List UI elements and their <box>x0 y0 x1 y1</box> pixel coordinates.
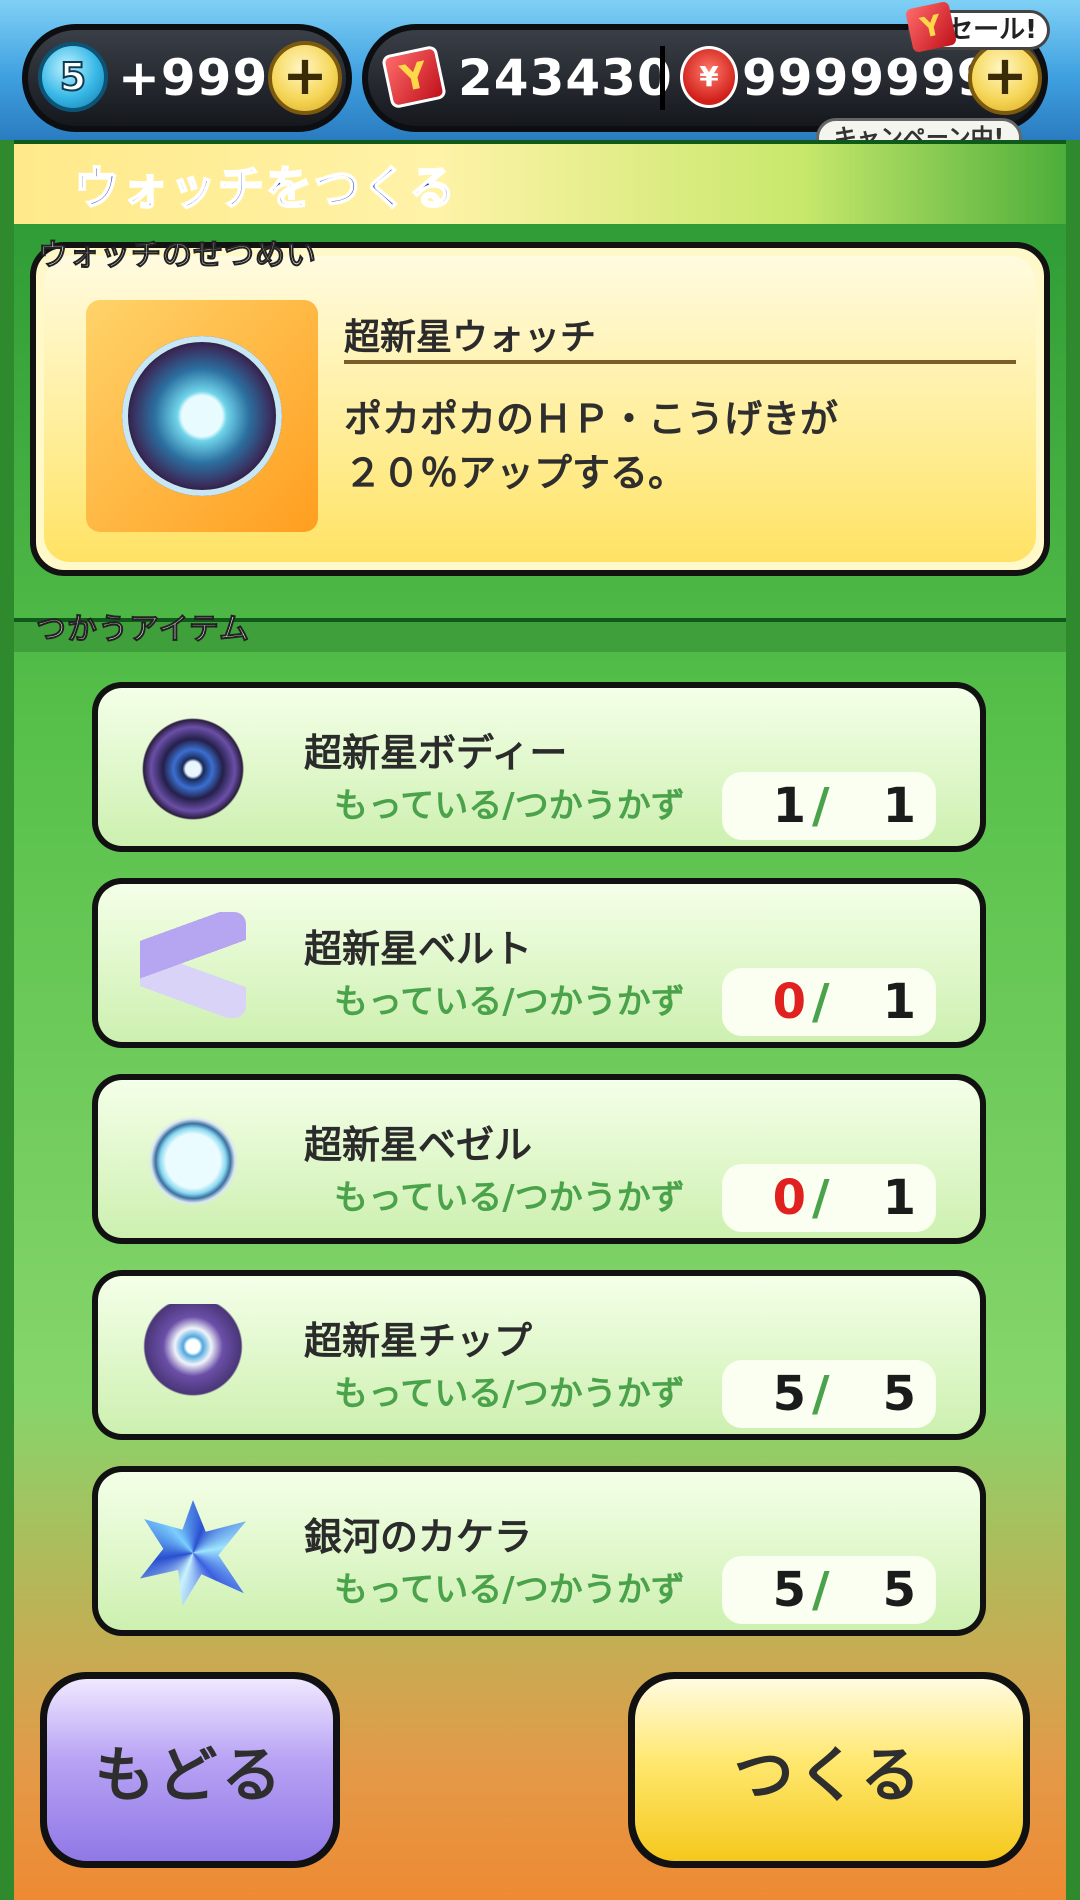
list-item[interactable]: 超新星チップ もっている/つかうかず 5 / 5 <box>92 1270 986 1440</box>
spirit-currency-pill: 5 +999 + <box>22 24 352 132</box>
list-item[interactable]: 超新星ボディー もっている/つかうかず 1 / 1 <box>92 682 986 852</box>
back-button[interactable]: もどる <box>40 1672 340 1868</box>
item-panel: 超新星ベルト もっている/つかうかず 0 / 1 <box>98 884 980 1042</box>
watch-name: 超新星ウォッチ <box>344 317 597 358</box>
have-count: 5 <box>772 1562 806 1618</box>
spirit-count: 5 <box>59 54 87 100</box>
count-slash: / <box>812 974 830 1030</box>
supernova-chip-icon <box>140 1304 246 1410</box>
items-section-label: つかうアイテム <box>36 612 250 648</box>
list-item[interactable]: 超新星ベゼル もっている/つかうかず 0 / 1 <box>92 1074 986 1244</box>
have-count: 0 <box>772 974 806 1030</box>
description-divider <box>344 360 1016 364</box>
have-need-label: もっている/つかうかず <box>334 1374 685 1414</box>
supernova-body-icon <box>140 716 246 822</box>
make-button-label: つくる <box>635 1679 1023 1861</box>
have-need-label: もっている/つかうかず <box>334 786 685 826</box>
add-coins-button[interactable]: + <box>968 41 1042 115</box>
make-button[interactable]: つくる <box>628 1672 1030 1868</box>
item-name: 超新星ベルト <box>304 927 533 971</box>
y-sale-logo-icon: Y <box>904 0 958 54</box>
item-panel: 超新星チップ もっている/つかうかず 5 / 5 <box>98 1276 980 1434</box>
item-name: 銀河のカケラ <box>304 1515 533 1559</box>
list-item[interactable]: 超新星ベルト もっている/つかうかず 0 / 1 <box>92 878 986 1048</box>
item-panel: 銀河のカケラ もっている/つかうかず 5 / 5 <box>98 1472 980 1630</box>
need-count: 5 <box>882 1366 916 1422</box>
have-count: 1 <box>772 778 806 834</box>
have-count: 5 <box>772 1366 806 1422</box>
item-count: 1 / 1 <box>722 772 936 840</box>
watch-tile <box>86 300 318 532</box>
currency-divider <box>660 46 665 110</box>
description-panel: 超新星ウォッチ ポカポカのＨＰ・こうげきが ２０％アップする。 <box>44 256 1036 562</box>
have-need-label: もっている/つかうかず <box>334 1570 685 1610</box>
description-section-label: ウォッチのせつめい <box>38 238 317 274</box>
supernova-watch-icon <box>122 336 282 496</box>
item-name: 超新星ベゼル <box>304 1123 533 1167</box>
sale-label: セール! <box>947 15 1037 45</box>
count-slash: / <box>812 778 830 834</box>
item-count: 5 / 5 <box>722 1556 936 1624</box>
have-need-label: もっている/つかうかず <box>334 1178 685 1218</box>
add-spirit-button[interactable]: + <box>268 41 342 115</box>
watch-description: ポカポカのＨＰ・こうげきが ２０％アップする。 <box>344 397 839 495</box>
need-count: 1 <box>882 974 916 1030</box>
coin-purse-icon: ¥ <box>680 46 738 108</box>
spirit-value: +999 <box>118 49 269 107</box>
sale-badge[interactable]: Y セール! <box>904 0 1050 54</box>
item-count: 0 / 1 <box>722 1164 936 1232</box>
title-band: ウォッチをつくる <box>14 140 1066 224</box>
y-money-value: 243430 <box>458 49 673 107</box>
galaxy-fragment-icon <box>140 1500 246 1606</box>
supernova-belt-icon <box>140 912 246 1018</box>
watch-description-card: 超新星ウォッチ ポカポカのＨＰ・こうげきが ２０％アップする。 <box>30 242 1050 576</box>
need-count: 1 <box>882 1170 916 1226</box>
item-name: 超新星チップ <box>304 1319 533 1363</box>
have-count: 0 <box>772 1170 806 1226</box>
item-count: 5 / 5 <box>722 1360 936 1428</box>
item-count: 0 / 1 <box>722 968 936 1036</box>
count-slash: / <box>812 1562 830 1618</box>
need-count: 1 <box>882 778 916 834</box>
list-item[interactable]: 銀河のカケラ もっている/つかうかず 5 / 5 <box>92 1466 986 1636</box>
page-title: ウォッチをつくる <box>73 160 458 216</box>
have-need-label: もっている/つかうかず <box>334 982 685 1022</box>
y-money-icon: Y <box>380 44 448 110</box>
item-panel: 超新星ボディー もっている/つかうかず 1 / 1 <box>98 688 980 846</box>
supernova-bezel-icon <box>140 1108 246 1214</box>
item-panel: 超新星ベゼル もっている/つかうかず 0 / 1 <box>98 1080 980 1238</box>
count-slash: / <box>812 1170 830 1226</box>
back-button-label: もどる <box>47 1679 333 1861</box>
need-count: 5 <box>882 1562 916 1618</box>
spirit-flame-icon: 5 <box>38 42 108 112</box>
item-name: 超新星ボディー <box>304 731 568 775</box>
count-slash: / <box>812 1366 830 1422</box>
